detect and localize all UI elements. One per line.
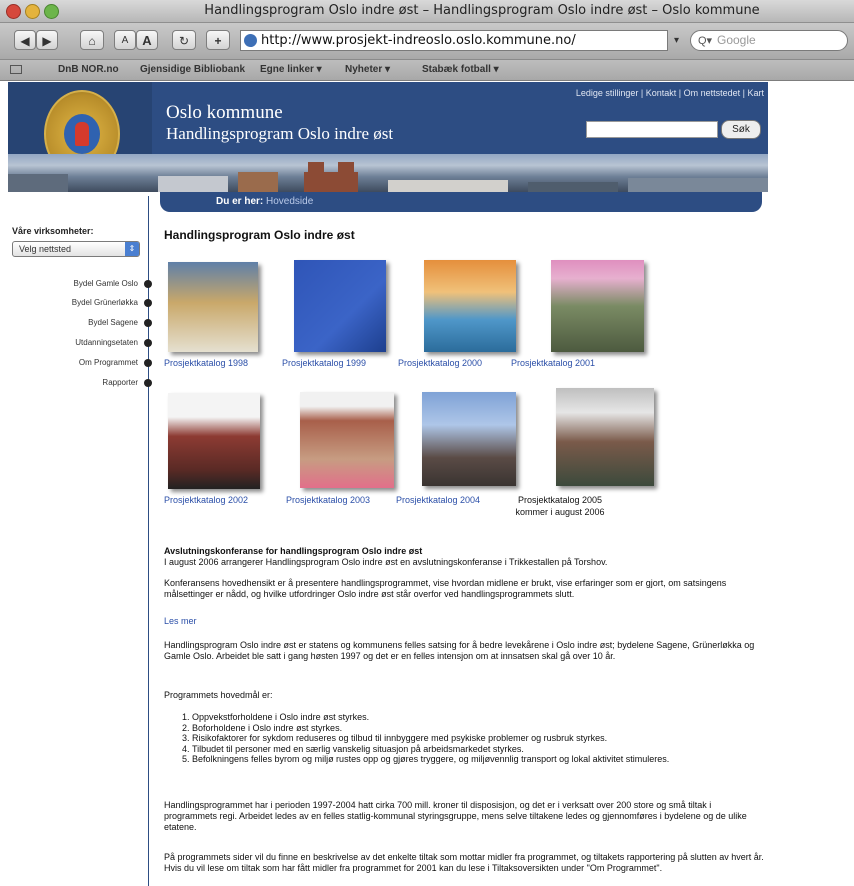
back-arrow-icon: ◀ <box>20 34 30 48</box>
text-smaller-button[interactable]: A <box>114 30 136 50</box>
budget-paragraph: Handlingsprogrammet har i perioden 1997-… <box>164 800 747 832</box>
sidebar-item-om-programmet[interactable]: Om Programmet <box>20 358 138 367</box>
site-select[interactable]: Velg nettsted ⇕ <box>12 241 140 257</box>
search-button[interactable]: Søk <box>721 120 761 139</box>
list-item: Befolkningens felles byrom og miljø rust… <box>192 754 782 765</box>
goals-list: Oppvekstforholdene i Oslo indre øst styr… <box>164 712 782 765</box>
catalog-link-2001[interactable]: Prosjektkatalog 2001 <box>511 358 595 368</box>
bookmark-item[interactable]: DnB NOR.no <box>58 64 119 75</box>
catalog-2004-cover[interactable] <box>422 392 516 486</box>
reload-button[interactable]: ↻ <box>172 30 196 50</box>
search-placeholder: Google <box>717 33 756 47</box>
bullet-icon <box>144 280 152 288</box>
news-title: Avslutningskonferanse for handlingsprogr… <box>164 546 423 556</box>
goals-heading: Programmets hovedmål er: <box>164 690 273 700</box>
top-links[interactable]: Ledige stillinger | Kontakt | Om nettste… <box>576 88 764 98</box>
catalog-link-1999[interactable]: Prosjektkatalog 1999 <box>282 358 366 368</box>
large-a-icon: A <box>142 33 152 48</box>
zoom-window-icon[interactable] <box>44 4 59 19</box>
site-banner: Oslo kommune Handlingsprogram Oslo indre… <box>8 82 768 192</box>
bookmark-item[interactable]: Nyheter ▾ <box>345 64 390 75</box>
sidebar-item-bydel-sagene[interactable]: Bydel Sagene <box>20 318 138 327</box>
catalog-1999-cover[interactable] <box>294 260 386 352</box>
bookmark-item[interactable]: Stabæk fotball ▾ <box>422 64 499 75</box>
catalog-1998-cover[interactable] <box>168 262 258 352</box>
catalog-2003-cover[interactable] <box>300 392 394 488</box>
bookmark-item[interactable]: Gjensidige Bibliobank <box>140 64 245 75</box>
url-text: http://www.prosjekt-indreoslo.oslo.kommu… <box>261 33 576 48</box>
org-name[interactable]: Oslo kommune <box>166 102 283 124</box>
globe-icon <box>244 34 257 47</box>
select-arrows-icon: ⇕ <box>125 242 139 256</box>
forward-arrow-icon: ▶ <box>42 34 52 48</box>
home-icon: ⌂ <box>88 34 96 48</box>
catalog-2005-note: kommer i august 2006 <box>515 507 605 517</box>
list-item: Tilbudet til personer med en særlig vans… <box>192 744 782 755</box>
program-name[interactable]: Handlingsprogram Oslo indre øst <box>166 124 393 144</box>
crest-figure <box>75 122 89 146</box>
breadcrumb-home-link[interactable]: Hovedside <box>266 196 313 207</box>
list-item: Risikofaktorer for sykdom reduseres og t… <box>192 733 782 744</box>
add-bookmark-button[interactable]: + <box>206 30 230 50</box>
bullet-icon <box>144 339 152 347</box>
catalog-2000-cover[interactable] <box>424 260 516 352</box>
browser-search-field[interactable]: Q▾ Google <box>690 30 848 51</box>
catalog-2001-cover[interactable] <box>551 260 644 352</box>
bookmarks-bar: DnB NOR.no Gjensidige Bibliobank Egne li… <box>0 60 854 81</box>
news-body: Konferansens hovedhensikt er å presenter… <box>164 578 727 599</box>
reload-icon: ↻ <box>178 34 190 48</box>
home-button[interactable]: ⌂ <box>80 30 104 50</box>
back-button[interactable]: ◀ <box>14 30 36 50</box>
catalog-2005-label: Prosjektkatalog 2005 <box>517 495 603 505</box>
catalog-link-2004[interactable]: Prosjektkatalog 2004 <box>396 495 480 505</box>
sidebar-item-rapporter[interactable]: Rapporter <box>20 378 138 387</box>
sidebar-item-bydel-gamle-oslo[interactable]: Bydel Gamle Oslo <box>20 279 138 288</box>
read-more-link[interactable]: Les mer <box>164 616 764 627</box>
list-item: Boforholdene i Oslo indre øst styrkes. <box>192 723 782 734</box>
bullet-icon <box>144 359 152 367</box>
window-title: Handlingsprogram Oslo indre øst – Handli… <box>204 3 760 18</box>
news-intro: I august 2006 arrangerer Handlingsprogra… <box>164 557 608 567</box>
city-skyline-image <box>8 154 768 192</box>
catalog-link-2003[interactable]: Prosjektkatalog 2003 <box>286 495 370 505</box>
site-select-value: Velg nettsted <box>19 244 72 254</box>
catalog-2002-cover[interactable] <box>168 393 260 489</box>
search-icon: Q▾ <box>698 35 713 47</box>
bullet-icon <box>144 319 152 327</box>
close-window-icon[interactable] <box>6 4 21 19</box>
page-title: Handlingsprogram Oslo indre øst <box>164 228 355 242</box>
sidebar-item-bydel-grunerlokka[interactable]: Bydel Grünerløkka <box>20 298 138 307</box>
breadcrumb: Du er her: Hovedside <box>160 192 762 212</box>
breadcrumb-label: Du er her: <box>216 196 264 207</box>
window-titlebar: Handlingsprogram Oslo indre øst – Handli… <box>0 0 854 23</box>
sidebar-item-utdanningsetaten[interactable]: Utdanningsetaten <box>20 338 138 347</box>
footer-paragraph: På programmets sider vil du finne en bes… <box>164 852 764 873</box>
address-bar[interactable]: http://www.prosjekt-indreoslo.oslo.kommu… <box>240 30 668 51</box>
catalog-link-1998[interactable]: Prosjektkatalog 1998 <box>164 358 248 368</box>
catalog-link-2002[interactable]: Prosjektkatalog 2002 <box>164 495 248 505</box>
url-dropdown-icon[interactable]: ▾ <box>674 35 679 46</box>
catalog-link-2000[interactable]: Prosjektkatalog 2000 <box>398 358 482 368</box>
site-search-input[interactable] <box>586 121 718 138</box>
browser-toolbar: ◀ ▶ ⌂ A A ↻ + http://www.prosjekt-indreo… <box>0 23 854 60</box>
catalog-2005-cover <box>556 388 654 486</box>
about-paragraph: Handlingsprogram Oslo indre øst er state… <box>164 640 755 661</box>
bullet-icon <box>144 379 152 387</box>
sidebar-label: Våre virksomheter: <box>12 226 94 236</box>
text-larger-button[interactable]: A <box>136 30 158 50</box>
bookmark-item[interactable]: Egne linker ▾ <box>260 64 322 75</box>
forward-button[interactable]: ▶ <box>36 30 58 50</box>
bullet-icon <box>144 299 152 307</box>
bookmarks-book-icon[interactable] <box>10 65 22 74</box>
minimize-window-icon[interactable] <box>25 4 40 19</box>
small-a-icon: A <box>121 35 129 46</box>
plus-icon: + <box>214 34 222 48</box>
list-item: Oppvekstforholdene i Oslo indre øst styr… <box>192 712 782 723</box>
